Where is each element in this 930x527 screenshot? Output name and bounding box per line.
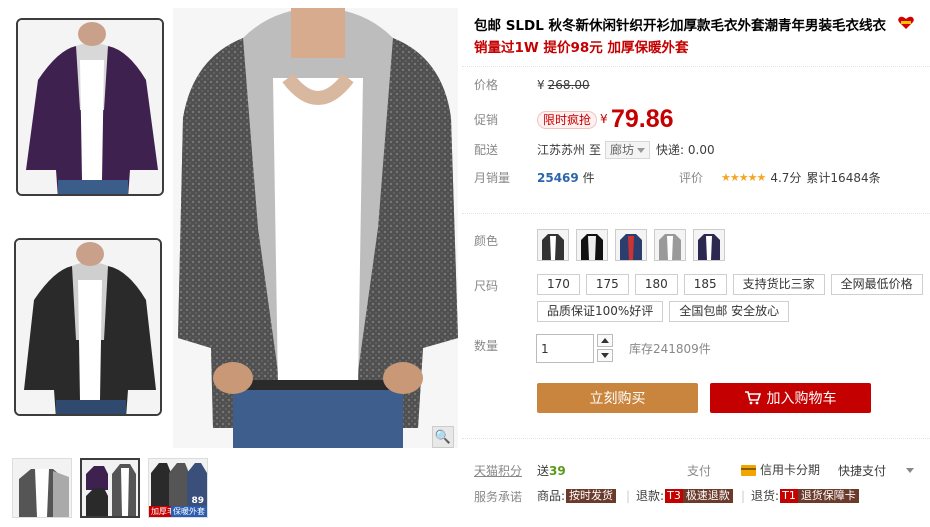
product-gallery: 🔍 bbox=[8, 8, 458, 448]
credit-card-icon bbox=[741, 464, 756, 476]
divider bbox=[462, 66, 930, 67]
rating: 评价 ★★★★★ 4.7分 累计16484条 bbox=[679, 170, 881, 186]
color-swatch-4[interactable] bbox=[654, 229, 686, 261]
quantity-label: 数量 bbox=[474, 339, 499, 353]
promo-label: 促销 bbox=[474, 113, 499, 127]
price-label: 价格 bbox=[474, 78, 499, 92]
thumbnail-3[interactable]: 89 加厚毛衣 保暖外套 bbox=[148, 458, 208, 518]
original-price: ¥268.00 bbox=[537, 77, 590, 93]
size-option[interactable]: 全国包邮 安全放心 bbox=[669, 301, 790, 322]
ship-to: 至 bbox=[589, 143, 602, 157]
color-swatch-2[interactable] bbox=[576, 229, 608, 261]
divider bbox=[462, 213, 930, 214]
separator: | bbox=[741, 489, 746, 503]
product-title: 包邮 SLDL 秋冬新休闲针织开衫加厚款毛衣外套潮青年男装毛衣线衣 bbox=[474, 16, 922, 36]
quantity-input[interactable] bbox=[536, 334, 594, 363]
chevron-down-icon bbox=[637, 147, 646, 153]
rating-label: 评价 bbox=[679, 171, 704, 185]
quick-pay-label[interactable]: 快捷支付 bbox=[838, 463, 886, 479]
heart-badge-icon bbox=[897, 16, 915, 36]
size-option[interactable]: 品质保证100%好评 bbox=[537, 301, 664, 322]
side-image-purple[interactable] bbox=[16, 18, 164, 196]
shipping-info: 江苏苏州 至 廊坊 快递: 0.00 bbox=[537, 141, 715, 159]
add-to-cart-button[interactable]: 加入购物车 bbox=[710, 383, 871, 413]
side-image-black[interactable] bbox=[14, 238, 162, 416]
stock-count: 库存241809件 bbox=[629, 342, 711, 356]
color-label: 颜色 bbox=[474, 234, 499, 248]
sales-unit: 件 bbox=[582, 171, 595, 185]
quantity-decrease-button[interactable] bbox=[597, 349, 613, 362]
chevron-down-icon bbox=[601, 353, 609, 358]
thumbnail-1[interactable] bbox=[12, 458, 72, 518]
color-swatches bbox=[537, 229, 725, 261]
service-key: 商品: bbox=[537, 489, 566, 503]
points-prefix: 送 bbox=[537, 464, 550, 478]
points-label[interactable]: 天猫积分 bbox=[474, 464, 522, 478]
service-key: 退款: bbox=[636, 489, 665, 503]
promo-tag: 限时疯抢 bbox=[537, 111, 598, 129]
zoom-icon[interactable]: 🔍 bbox=[432, 426, 454, 448]
size-option[interactable]: 180 bbox=[634, 274, 678, 295]
review-count[interactable]: 累计16484条 bbox=[806, 170, 880, 186]
size-option[interactable]: 170 bbox=[537, 274, 580, 295]
product-subtitle: 销量过1W 提价98元 加厚保暖外套 bbox=[474, 40, 689, 56]
current-price: 79.86 bbox=[611, 105, 674, 133]
thumbnail-number: 89 bbox=[191, 496, 204, 506]
service-item[interactable]: 商品: 按时发货 bbox=[537, 488, 617, 504]
size-option[interactable]: 支持货比三家 bbox=[732, 274, 825, 295]
quantity-increase-button[interactable] bbox=[597, 334, 613, 347]
service-tag: 按时发货 bbox=[566, 489, 617, 503]
monthly-sales: 25469 件 bbox=[537, 170, 595, 186]
chevron-up-icon bbox=[601, 338, 609, 343]
original-price-amount: 268.00 bbox=[547, 78, 590, 92]
credit-installment-label: 信用卡分期 bbox=[760, 463, 821, 477]
service-tag: 极速退款 bbox=[682, 489, 733, 503]
separator: | bbox=[626, 489, 631, 503]
size-options-row2: 品质保证100%好评 全国包邮 安全放心 bbox=[537, 301, 790, 322]
size-option[interactable]: 全网最低价格 bbox=[830, 274, 923, 295]
product-title-text: 包邮 SLDL 秋冬新休闲针织开衫加厚款毛衣外套潮青年男装毛衣线衣 bbox=[474, 18, 887, 34]
shipping-fee: 快递: 0.00 bbox=[656, 143, 715, 157]
monthly-sales-label: 月销量 bbox=[474, 171, 511, 185]
points-row: 天猫积分 bbox=[474, 463, 522, 479]
size-option[interactable]: 175 bbox=[585, 274, 629, 295]
service-label: 服务承诺 bbox=[474, 490, 523, 504]
thumbnail-row: 89 加厚毛衣 保暖外套 bbox=[12, 458, 208, 520]
destination-value: 廊坊 bbox=[610, 143, 635, 157]
size-label: 尺码 bbox=[474, 279, 499, 293]
ship-origin: 江苏苏州 bbox=[537, 143, 586, 157]
size-options: 170 175 180 185 支持货比三家 全网最低价格 bbox=[537, 274, 923, 295]
service-tag: 退货保障卡 bbox=[797, 489, 859, 503]
chevron-down-icon[interactable] bbox=[906, 468, 914, 473]
price-currency: ¥ bbox=[600, 112, 608, 126]
cart-icon bbox=[744, 391, 761, 405]
service-code: T1 bbox=[780, 489, 798, 503]
main-product-image[interactable] bbox=[173, 8, 458, 448]
buy-now-button[interactable]: 立刻购买 bbox=[537, 383, 698, 413]
service-code: T3 bbox=[665, 489, 683, 503]
color-swatch-1[interactable] bbox=[537, 229, 569, 261]
color-swatch-5[interactable] bbox=[693, 229, 725, 261]
divider bbox=[462, 438, 930, 439]
shipping-label: 配送 bbox=[474, 143, 499, 157]
sales-count[interactable]: 25469 bbox=[537, 171, 579, 185]
color-swatch-3[interactable] bbox=[615, 229, 647, 261]
add-to-cart-label: 加入购物车 bbox=[766, 391, 837, 407]
service-item[interactable]: | 退款: T3 极速退款 bbox=[620, 488, 733, 504]
size-option[interactable]: 185 bbox=[683, 274, 727, 295]
credit-installment[interactable]: 信用卡分期 bbox=[741, 462, 820, 478]
destination-select[interactable]: 廊坊 bbox=[605, 141, 651, 159]
points-number: 39 bbox=[549, 464, 566, 478]
thumbnail-2[interactable] bbox=[80, 458, 140, 518]
original-price-currency: ¥ bbox=[537, 78, 545, 92]
star-rating-icon: ★★★★★ bbox=[721, 171, 766, 184]
service-item[interactable]: | 退货: T1 退货保障卡 bbox=[735, 488, 859, 504]
thumbnail-tag-2: 保暖外套 bbox=[171, 506, 207, 517]
points-value: 送39 bbox=[537, 463, 566, 479]
payment-label: 支付 bbox=[687, 464, 712, 478]
rating-score: 4.7分 bbox=[770, 171, 802, 185]
service-key: 退货: bbox=[751, 489, 780, 503]
